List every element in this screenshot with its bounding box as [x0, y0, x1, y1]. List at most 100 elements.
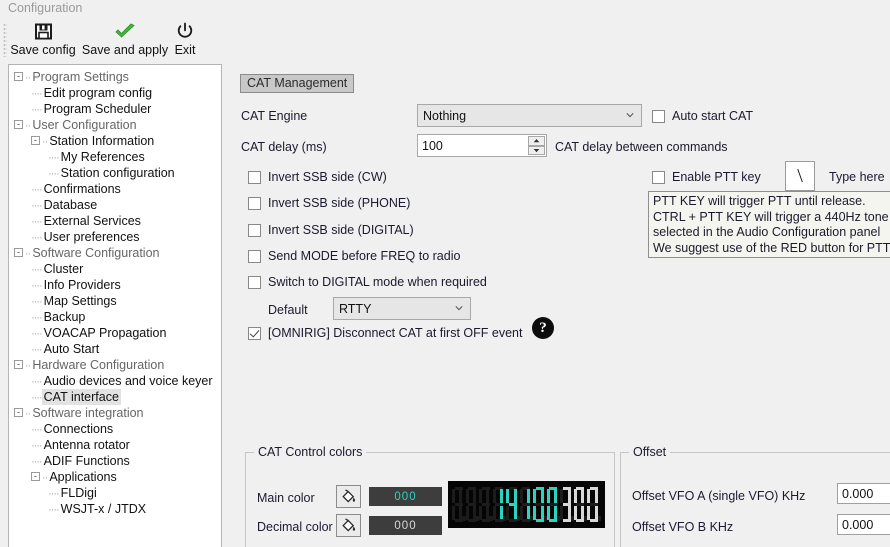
lcd-segment-g: [454, 503, 463, 506]
auto-start-cat-box[interactable]: [652, 109, 665, 123]
save-config-button[interactable]: Save config: [8, 19, 78, 61]
ptt-info-box: PTT KEY will trigger PTT until release. …: [648, 191, 890, 258]
cat-delay-step-up[interactable]: [528, 136, 545, 146]
settings-tree-panel[interactable]: - ·· Program Settings ···· Edit program conf…: [8, 64, 222, 547]
sidebar-item-auto-start[interactable]: ···· Auto Start: [9, 341, 221, 357]
invert-ssb-cw-box[interactable]: [248, 170, 261, 184]
settings-tree[interactable]: - ·· Program Settings ···· Edit program conf…: [9, 65, 221, 517]
sidebar-item-audio-devices-and-voice-keyer[interactable]: ···· Audio devices and voice keyer: [9, 373, 221, 389]
cat-delay-stepper[interactable]: [528, 136, 545, 155]
ptt-key-input[interactable]: \: [785, 161, 815, 191]
exit-button[interactable]: Exit: [168, 19, 202, 61]
tree-expander-icon[interactable]: -: [14, 248, 23, 258]
lcd-segment-e: [506, 505, 510, 520]
sidebar-item-adif-functions[interactable]: ···· ADIF Functions: [9, 453, 221, 469]
ptt-info-line-3: selected in the Audio Configuration pane…: [653, 225, 881, 239]
sidebar-item-label: Antenna rotator: [43, 438, 130, 452]
paint-bucket-icon: [342, 517, 356, 532]
offset-vfo-b-value: 0.000: [842, 517, 874, 532]
sidebar-item-label: Map Settings: [43, 294, 117, 308]
tree-expander-icon[interactable]: -: [14, 120, 23, 130]
tree-connector: ····: [31, 392, 43, 404]
sidebar-item-confirmations[interactable]: ···· Confirmations: [9, 181, 221, 197]
tree-connector: ····: [31, 456, 43, 468]
sidebar-item-user-configuration[interactable]: - ·· User Configuration: [9, 117, 221, 133]
tree-connector: ····: [31, 88, 43, 100]
sidebar-item-station-configuration[interactable]: ···· Station configuration: [9, 165, 221, 181]
sidebar-item-software-configuration[interactable]: - ·· Software Configuration: [9, 245, 221, 261]
tree-expander-icon[interactable]: -: [31, 472, 40, 482]
lcd-segment-e: [546, 505, 550, 520]
sidebar-item-my-references[interactable]: ···· My References: [9, 149, 221, 165]
lcd-segment-b: [459, 488, 463, 503]
sidebar-item-info-providers[interactable]: ···· Info Providers: [9, 277, 221, 293]
main-color-picker-button[interactable]: [336, 485, 361, 508]
sidebar-item-program-settings[interactable]: - ·· Program Settings: [9, 69, 221, 85]
tree-expander-icon[interactable]: -: [14, 408, 23, 418]
sidebar-item-map-settings[interactable]: ···· Map Settings: [9, 293, 221, 309]
invert-ssb-phone-checkbox[interactable]: Invert SSB side (PHONE): [248, 196, 410, 210]
cat-delay-step-down[interactable]: [528, 145, 545, 155]
sidebar-item-edit-program-config[interactable]: ···· Edit program config: [9, 85, 221, 101]
invert-ssb-phone-box[interactable]: [248, 196, 261, 210]
decimal-color-picker-button[interactable]: [336, 514, 361, 537]
sidebar-item-fldigi[interactable]: ···· FLDigi: [9, 485, 221, 501]
tree-connector: ····: [31, 280, 43, 292]
lcd-segment-c: [472, 505, 476, 520]
sidebar-item-connections[interactable]: ···· Connections: [9, 421, 221, 437]
toolbar: Save config Save and apply Exit: [0, 18, 890, 62]
sidebar-item-user-preferences[interactable]: ···· User preferences: [9, 229, 221, 245]
save-and-apply-button[interactable]: Save and apply: [80, 19, 170, 61]
toolbar-grip[interactable]: [3, 23, 7, 57]
lcd-digit: [452, 486, 463, 523]
sidebar-item-backup[interactable]: ···· Backup: [9, 309, 221, 325]
offset-vfo-b-input[interactable]: 0.000: [837, 514, 890, 535]
send-mode-before-freq-box[interactable]: [248, 249, 261, 263]
switch-digital-mode-checkbox[interactable]: Switch to DIGITAL mode when required: [248, 275, 487, 289]
tree-expander-icon[interactable]: -: [14, 72, 23, 82]
switch-digital-mode-box[interactable]: [248, 275, 261, 289]
configuration-window: Configuration Save config Save and apply…: [0, 0, 890, 547]
tree-connector: ····: [31, 440, 43, 452]
tree-connector: ····: [31, 376, 43, 388]
sidebar-item-cluster[interactable]: ···· Cluster: [9, 261, 221, 277]
default-mode-select[interactable]: RTTY: [333, 297, 471, 320]
lcd-segment-b: [486, 488, 490, 503]
lcd-segment-c: [594, 505, 598, 520]
sidebar-item-label: Database: [43, 198, 98, 212]
offset-vfo-a-input[interactable]: 0.000: [837, 483, 890, 504]
tree-connector: ····: [31, 312, 43, 324]
help-icon[interactable]: ?: [532, 317, 554, 339]
omnirig-disconnect-checkbox[interactable]: [OMNIRIG] Disconnect CAT at first OFF ev…: [248, 326, 522, 340]
sidebar-item-label: ADIF Functions: [43, 454, 130, 468]
enable-ptt-key-box[interactable]: [652, 170, 665, 184]
sidebar-item-voacap-propagation[interactable]: ···· VOACAP Propagation: [9, 325, 221, 341]
send-mode-before-freq-checkbox[interactable]: Send MODE before FREQ to radio: [248, 249, 460, 263]
omnirig-disconnect-box[interactable]: [248, 326, 261, 340]
invert-ssb-digital-checkbox[interactable]: Invert SSB side (DIGITAL): [248, 223, 414, 237]
sidebar-item-program-scheduler[interactable]: ···· Program Scheduler: [9, 101, 221, 117]
green-check-icon: [114, 20, 136, 42]
sidebar-item-software-integration[interactable]: - ·· Software integration: [9, 405, 221, 421]
sidebar-item-station-information[interactable]: - ·· Station Information: [9, 133, 221, 149]
lcd-segment-g: [589, 503, 598, 506]
invert-ssb-digital-box[interactable]: [248, 223, 261, 237]
lcd-segment-g: [549, 503, 558, 506]
sidebar-item-database[interactable]: ···· Database: [9, 197, 221, 213]
sidebar-item-wsjt-x-jtdx[interactable]: ···· WSJT-x / JTDX: [9, 501, 221, 517]
sidebar-item-cat-interface[interactable]: ···· CAT interface: [9, 389, 221, 405]
cat-delay-spinbox[interactable]: 100: [417, 134, 547, 157]
tree-expander-icon[interactable]: -: [31, 136, 40, 146]
chevron-down-icon: [626, 112, 634, 117]
lcd-digit: [533, 486, 544, 523]
sidebar-item-external-services[interactable]: ···· External Services: [9, 213, 221, 229]
cat-engine-select[interactable]: Nothing: [417, 104, 642, 127]
invert-ssb-cw-checkbox[interactable]: Invert SSB side (CW): [248, 170, 387, 184]
enable-ptt-key-checkbox[interactable]: Enable PTT key: [652, 170, 761, 184]
sidebar-item-hardware-configuration[interactable]: - ·· Hardware Configuration: [9, 357, 221, 373]
auto-start-cat-checkbox[interactable]: Auto start CAT: [652, 109, 753, 123]
tree-expander-icon[interactable]: -: [14, 360, 23, 370]
sidebar-item-applications[interactable]: - ·· Applications: [9, 469, 221, 485]
cat-management-tab[interactable]: CAT Management: [240, 74, 355, 93]
sidebar-item-antenna-rotator[interactable]: ···· Antenna rotator: [9, 437, 221, 453]
